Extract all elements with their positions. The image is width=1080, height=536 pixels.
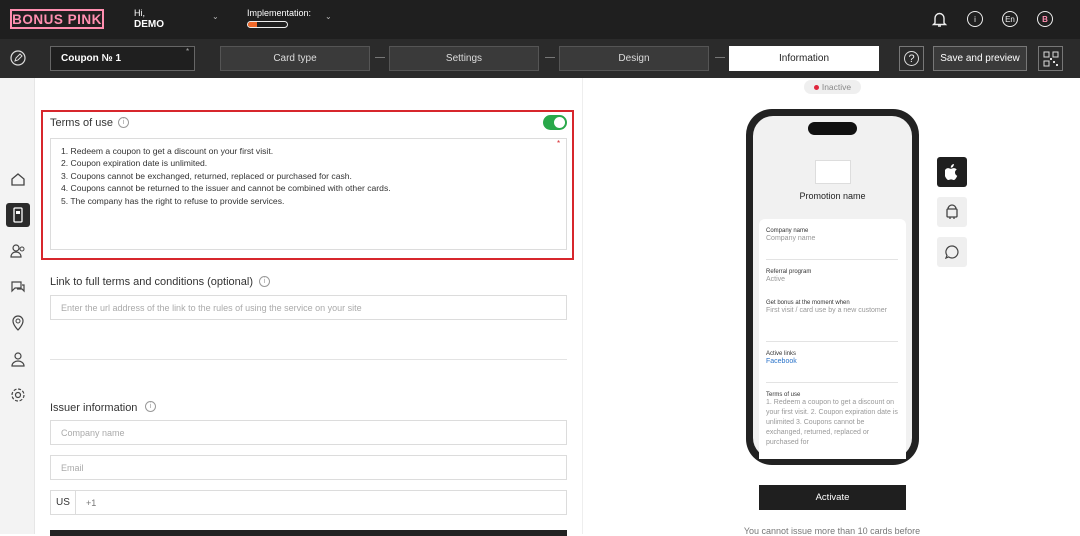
qr-code-icon — [1043, 51, 1058, 66]
apple-icon — [945, 164, 958, 180]
info-icon[interactable]: i — [259, 276, 270, 287]
home-icon[interactable] — [6, 167, 30, 191]
divider — [766, 259, 898, 260]
message-icon — [945, 245, 959, 259]
info-icon[interactable]: i — [145, 401, 156, 412]
info-icon[interactable]: i — [967, 11, 983, 27]
profile-icon[interactable] — [6, 347, 30, 371]
edit-icon[interactable] — [10, 50, 26, 66]
help-icon: ? — [904, 51, 919, 66]
language-switch[interactable]: En — [1002, 11, 1018, 27]
greeting: Hi, — [134, 8, 145, 18]
apple-preview-button[interactable] — [937, 157, 967, 187]
message-preview-button[interactable] — [937, 237, 967, 267]
tab-information[interactable]: Information — [729, 46, 879, 71]
terms-link-input[interactable]: Enter the url address of the link to the… — [50, 295, 567, 320]
field-value: Active — [766, 276, 786, 283]
field-company: Company name Company name — [766, 228, 900, 244]
card-logo-image — [815, 160, 851, 184]
divider — [766, 341, 898, 342]
field-bonus-moment: Get bonus at the moment when First visit… — [766, 300, 900, 316]
tab-design[interactable]: Design — [559, 46, 709, 71]
android-preview-button[interactable] — [937, 197, 967, 227]
tab-card-type[interactable]: Card type — [220, 46, 370, 71]
field-referral: Referral program Active — [766, 269, 900, 285]
step-divider — [715, 57, 725, 58]
divider — [766, 382, 898, 383]
email-input[interactable]: Email — [50, 455, 567, 480]
tab-settings[interactable]: Settings — [389, 46, 539, 71]
chat-icon[interactable] — [6, 275, 30, 299]
user-name[interactable]: DEMO — [134, 19, 164, 30]
step-divider — [375, 57, 385, 58]
promotion-name: Promotion name — [799, 191, 866, 201]
field-value: Company name — [766, 235, 816, 242]
chevron-down-icon[interactable]: ⌄ — [212, 12, 219, 21]
status-badge: Inactive — [804, 80, 861, 94]
required-marker: * — [557, 139, 561, 148]
bell-icon[interactable] — [931, 10, 948, 28]
card-limit-note: You cannot issue more than 10 cards befo… — [743, 526, 921, 536]
status-text: Inactive — [821, 82, 852, 92]
terms-textarea[interactable]: 1. Redeem a coupon to get a discount on … — [50, 138, 567, 250]
phone-notch — [808, 122, 857, 135]
terms-title: Terms of use — [50, 117, 113, 129]
implementation-progress — [247, 21, 288, 28]
avatar[interactable]: B — [1037, 11, 1053, 27]
coupon-name-input[interactable]: Coupon № 1 — [50, 46, 195, 71]
step-divider — [545, 57, 555, 58]
customers-icon[interactable] — [6, 239, 30, 263]
divider — [50, 359, 567, 360]
field-value: First visit / card use by a new customer — [766, 307, 887, 314]
facebook-link[interactable]: Facebook — [766, 357, 900, 367]
terms-line: 2. Coupon expiration date is unlimited. — [61, 158, 208, 169]
chevron-down-icon[interactable]: ⌄ — [325, 12, 332, 21]
settings-gear-icon[interactable] — [6, 383, 30, 407]
logo[interactable]: BONUS PINK — [10, 9, 104, 29]
phone-country-select[interactable]: US — [50, 490, 76, 515]
qr-code-button[interactable] — [1038, 46, 1063, 71]
bottom-action-bar[interactable] — [50, 530, 567, 536]
terms-line: 1. Redeem a coupon to get a discount on … — [61, 146, 274, 156]
terms-line: 4. Coupons cannot be returned to the iss… — [61, 183, 391, 194]
activate-button[interactable]: Activate — [759, 485, 906, 510]
cards-icon[interactable] — [6, 203, 30, 227]
field-terms: Terms of use 1. Redeem a coupon to get a… — [766, 392, 900, 448]
field-active-links: Active links Facebook — [766, 351, 900, 367]
issuer-title: Issuer information — [50, 402, 138, 414]
link-title: Link to full terms and conditions (optio… — [50, 276, 253, 288]
terms-line: 3. Coupons cannot be exchanged, returned… — [61, 170, 352, 181]
help-button[interactable]: ? — [899, 46, 924, 71]
terms-toggle[interactable] — [543, 115, 567, 130]
info-icon[interactable]: i — [118, 117, 129, 128]
status-dot — [813, 84, 819, 90]
card-details: Company name Company name Referral progr… — [759, 219, 906, 459]
save-and-preview-button[interactable]: Save and preview — [933, 46, 1027, 71]
required-marker: * — [186, 47, 190, 56]
implementation-label: Implementation: — [247, 8, 312, 18]
terms-line: 5. The company has the right to refuse t… — [61, 195, 285, 206]
field-value: 1. Redeem a coupon to get a discount on … — [766, 399, 898, 446]
phone-input[interactable]: +1 — [75, 490, 567, 515]
android-icon — [946, 204, 958, 219]
sidebar — [0, 78, 35, 534]
company-name-input[interactable]: Company name — [50, 420, 567, 445]
location-icon[interactable] — [6, 311, 30, 335]
